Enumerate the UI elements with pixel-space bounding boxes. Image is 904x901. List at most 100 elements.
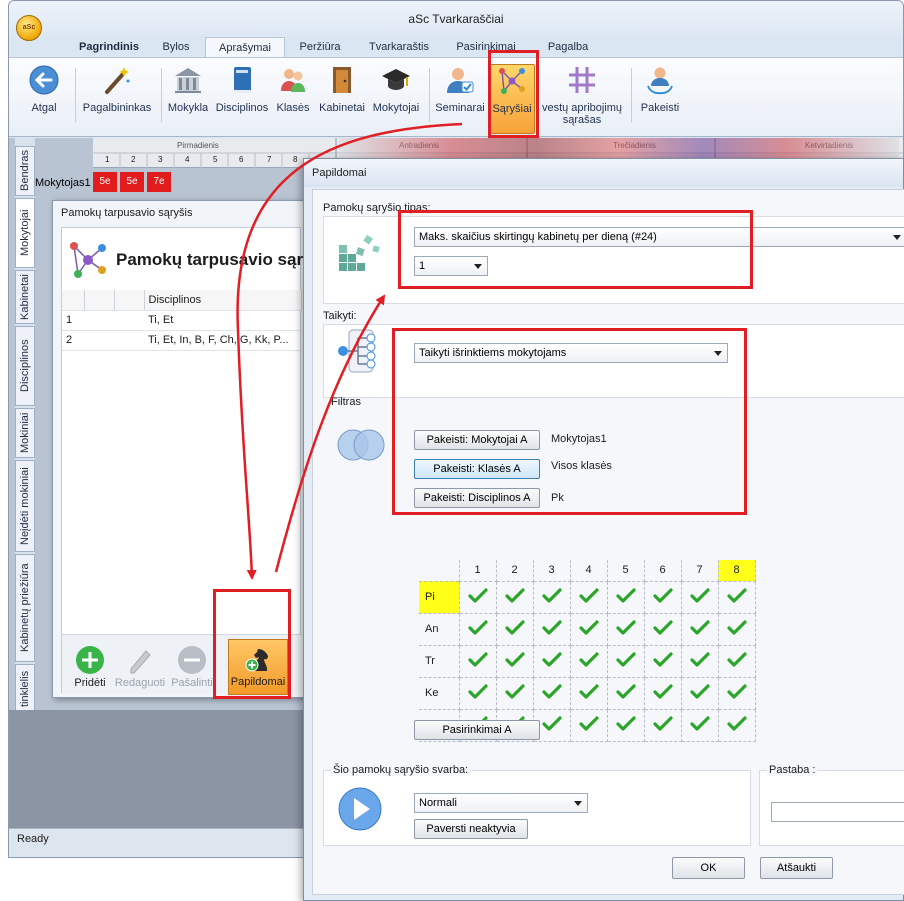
add-button[interactable]: Pridėti — [64, 641, 116, 695]
table-row[interactable]: 2 Ti, Et, In, B, F, Ch, G, Kk, P... — [62, 330, 302, 351]
constraints-list-button[interactable]: vestų apribojimų sąrašas — [537, 64, 627, 134]
grid-cell[interactable] — [495, 580, 534, 614]
side-tab-kabinetai[interactable]: Kabinetai — [15, 270, 35, 324]
cancel-button[interactable]: Atšaukti — [760, 857, 833, 879]
grid-cell[interactable] — [458, 644, 497, 678]
grid-cell[interactable] — [717, 580, 756, 614]
grid-cell[interactable] — [569, 580, 608, 614]
menu-tab-pagrindinis[interactable]: Pagrindinis — [69, 37, 149, 57]
grid-period-header[interactable]: 7 — [680, 560, 719, 582]
grid-cell[interactable] — [680, 708, 719, 742]
grid-cell[interactable] — [495, 644, 534, 678]
grid-day-header[interactable]: Pi — [419, 580, 460, 614]
side-tab-tinklelis[interactable]: tinklelis — [15, 664, 35, 714]
edit-button[interactable]: Redaguoti — [114, 641, 166, 695]
grid-cell[interactable] — [643, 676, 682, 710]
note-input[interactable] — [771, 802, 904, 822]
side-tab-mokiniai[interactable]: Mokiniai — [15, 408, 35, 458]
grid-period-header[interactable]: 3 — [532, 560, 571, 582]
grid-day-header[interactable]: An — [419, 612, 460, 646]
teachers-button[interactable]: Mokytojai — [369, 64, 423, 134]
grid-cell[interactable] — [717, 708, 756, 742]
rooms-button[interactable]: Kabinetai — [315, 64, 369, 134]
grid-cell[interactable] — [495, 676, 534, 710]
grid-cell[interactable] — [680, 580, 719, 614]
grid-cell[interactable] — [606, 676, 645, 710]
side-tab-kabinetu-prieziura[interactable]: Kabinetų priežiūra — [15, 554, 35, 662]
lesson-card[interactable]: 5e — [93, 172, 117, 192]
lesson-card[interactable]: 5e — [120, 172, 144, 192]
grid-cell[interactable] — [643, 580, 682, 614]
more-button[interactable]: Papildomai — [228, 639, 288, 695]
lesson-card[interactable]: 7e — [147, 172, 171, 192]
side-tab-bendras[interactable]: Bendras — [15, 146, 35, 196]
grid-period-header[interactable]: 1 — [458, 560, 497, 582]
grid-period-header[interactable]: 5 — [606, 560, 645, 582]
grid-day-header[interactable]: Tr — [419, 644, 460, 678]
grid-cell[interactable] — [643, 708, 682, 742]
grid-period-header[interactable]: 8 — [717, 560, 756, 582]
school-button[interactable]: Mokykla — [165, 64, 211, 134]
make-inactive-button[interactable]: Paversti neaktyvia — [414, 819, 528, 839]
grid-cell[interactable] — [606, 708, 645, 742]
grid-cell[interactable] — [569, 644, 608, 678]
menu-tab-pagalba[interactable]: Pagalba — [531, 37, 605, 57]
grid-cell[interactable] — [606, 644, 645, 678]
change-subjects-button[interactable]: Pakeisti: Disciplinos A — [414, 488, 540, 508]
menu-tab-pasirinkimai[interactable]: Pasirinkimai — [443, 37, 529, 57]
substitutions-button[interactable]: Pakeisti — [635, 64, 685, 134]
menu-tab-bylos[interactable]: Bylos — [149, 37, 203, 57]
grid-cell[interactable] — [495, 612, 534, 646]
wizard-button[interactable]: Pagalbininkas — [79, 64, 155, 134]
grid-cell[interactable] — [532, 612, 571, 646]
grid-cell[interactable] — [532, 676, 571, 710]
grid-period-header[interactable]: 6 — [643, 560, 682, 582]
grid-cell[interactable] — [606, 580, 645, 614]
change-teachers-button[interactable]: Pakeisti: Mokytojai A — [414, 430, 540, 450]
extra-dialog-body: Pamokų sąryšio tipas: Maks. skaičius ski… — [312, 189, 904, 895]
grid-cell[interactable] — [717, 612, 756, 646]
grid-cell[interactable] — [458, 580, 497, 614]
column-header-disciplinos[interactable]: Disciplinos — [144, 290, 302, 311]
grid-day-header[interactable]: Ke — [419, 676, 460, 710]
grid-cell[interactable] — [680, 612, 719, 646]
menu-tab-perziura[interactable]: Peržiūra — [285, 37, 355, 57]
grid-cell[interactable] — [680, 644, 719, 678]
check-icon — [541, 651, 562, 671]
weight-select[interactable]: Normali — [414, 793, 588, 813]
subjects-button[interactable]: Disciplinos — [213, 64, 271, 134]
grid-cell[interactable] — [643, 612, 682, 646]
back-button[interactable]: Atgal — [21, 64, 67, 134]
grid-cell[interactable] — [458, 676, 497, 710]
side-tab-disciplinos[interactable]: Disciplinos — [15, 326, 35, 406]
grid-cell[interactable] — [680, 676, 719, 710]
plus-icon — [76, 646, 104, 674]
grid-period-header[interactable]: 2 — [495, 560, 534, 582]
table-row[interactable]: 1 Ti, Et — [62, 310, 302, 331]
seminars-button[interactable]: Seminarai — [433, 64, 487, 134]
grid-cell[interactable] — [569, 708, 608, 742]
grid-cell[interactable] — [458, 612, 497, 646]
menu-tab-tvarkarastis[interactable]: Tvarkaraštis — [357, 37, 441, 57]
apply-to-select[interactable]: Taikyti išrinktiems mokytojams — [414, 343, 728, 363]
side-tab-neideti-mokiniai[interactable]: Neįdėti mokiniai — [15, 460, 35, 552]
grid-cell[interactable] — [532, 644, 571, 678]
side-tab-mokytojai[interactable]: Mokytojai — [15, 198, 35, 268]
ok-button[interactable]: OK — [672, 857, 745, 879]
grid-cell[interactable] — [717, 676, 756, 710]
count-select[interactable]: 1 — [414, 256, 488, 276]
remove-button[interactable]: Pašalinti — [166, 641, 218, 695]
grid-cell[interactable] — [717, 644, 756, 678]
grid-cell[interactable] — [569, 612, 608, 646]
grid-cell[interactable] — [606, 612, 645, 646]
relations-button[interactable]: Sąryšiai — [489, 64, 535, 134]
classes-button[interactable]: Klasės — [273, 64, 313, 134]
grid-cell[interactable] — [643, 644, 682, 678]
relation-type-select[interactable]: Maks. skaičius skirtingų kabinetų per di… — [414, 227, 904, 247]
grid-cell[interactable] — [532, 580, 571, 614]
grid-period-header[interactable]: 4 — [569, 560, 608, 582]
change-classes-button[interactable]: Pakeisti: Klasės A — [414, 459, 540, 479]
options-button[interactable]: Pasirinkimai A — [414, 720, 540, 740]
menu-tab-aprasymai[interactable]: Aprašymai — [205, 37, 285, 57]
grid-cell[interactable] — [569, 676, 608, 710]
